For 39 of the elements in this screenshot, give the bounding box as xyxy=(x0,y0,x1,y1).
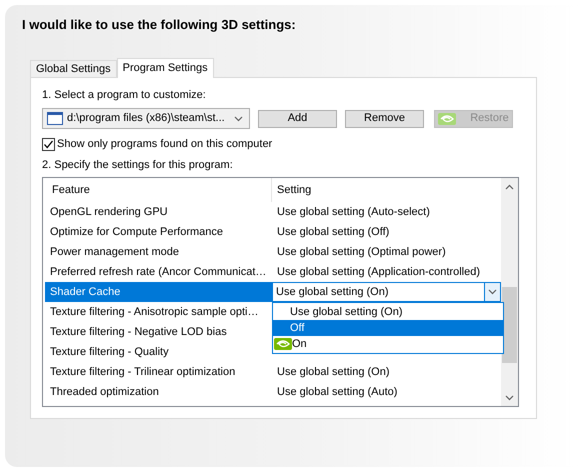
feature-cell[interactable]: Threaded optimization xyxy=(45,382,272,402)
feature-cell[interactable]: Optimize for Compute Performance xyxy=(45,222,272,242)
column-header[interactable]: Feature xyxy=(45,178,272,202)
checkbox[interactable] xyxy=(42,138,55,150)
logo-icon xyxy=(438,112,456,124)
button[interactable]: Add xyxy=(258,110,337,128)
setting-cell-text: Use global setting (Auto) xyxy=(276,384,398,400)
feature-cell[interactable]: Texture filtering - Quality xyxy=(45,342,272,362)
setting-cell-text: Use global setting (Off) xyxy=(276,224,390,240)
setting-dropdown[interactable]: Use global setting (On) xyxy=(272,282,501,302)
chevron-down-icon[interactable] xyxy=(505,394,514,400)
feature-cell[interactable]: Power management mode xyxy=(45,242,272,262)
button[interactable]: Remove xyxy=(345,110,424,128)
column-header[interactable]: Setting xyxy=(272,182,501,198)
dropdown-option[interactable]: Off xyxy=(273,320,503,336)
scrollbar[interactable] xyxy=(501,178,518,406)
setting-cell-text: Use global setting (Application-controlled) xyxy=(276,264,480,280)
setting-cell-text: Use global setting (Auto-select) xyxy=(276,204,430,220)
settings-heading: I would like to use the following 3D settings: xyxy=(22,16,297,34)
step-label: 1. Select a program to customize: xyxy=(42,88,207,103)
feature-cell[interactable]: Texture filtering - Anisotropic sample opti… xyxy=(45,302,272,322)
chevron-down-icon[interactable] xyxy=(488,289,497,295)
step-label: 2. Specify the settings for this program: xyxy=(42,158,234,173)
tab[interactable]: Global Settings xyxy=(30,60,117,77)
window-icon xyxy=(47,112,63,125)
feature-cell[interactable]: Shader Cache xyxy=(45,282,272,302)
feature-cell[interactable]: OpenGL rendering GPU xyxy=(45,202,272,222)
setting-cell-text: Use global setting (Optimal power) xyxy=(276,244,446,260)
setting-cell-text: Use global setting (On) xyxy=(276,364,390,380)
checkbox-label: Show only programs found on this computer xyxy=(57,136,272,152)
dropdown-option[interactable]: Use global setting (On) xyxy=(273,304,503,320)
feature-cell[interactable]: Texture filtering - Trilinear optimization xyxy=(45,362,272,382)
chevron-up-icon[interactable] xyxy=(505,184,514,190)
tab[interactable]: Program Settings xyxy=(116,58,214,78)
program-dropdown[interactable]: d:\program files (x86)\steam\st... xyxy=(42,108,250,129)
dropdown-option[interactable]: On xyxy=(273,336,503,352)
feature-cell[interactable]: Texture filtering - Negative LOD bias xyxy=(45,322,272,342)
chevron-down-icon[interactable] xyxy=(234,116,243,122)
feature-cell[interactable]: Preferred refresh rate (Ancor Communicat… xyxy=(45,262,272,282)
